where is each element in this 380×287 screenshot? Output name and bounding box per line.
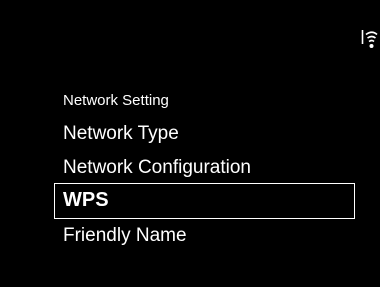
menu-item-wps-selected[interactable]: WPS — [54, 183, 355, 219]
menu-title: Network Setting — [63, 92, 169, 109]
wifi-signal-icon — [361, 30, 378, 48]
menu-item-friendly-name[interactable]: Friendly Name — [63, 224, 187, 248]
menu-item-network-type[interactable]: Network Type — [63, 122, 179, 146]
menu-item-network-configuration[interactable]: Network Configuration — [63, 156, 251, 180]
device-screen: Network Setting Network Type Network Con… — [0, 0, 380, 287]
